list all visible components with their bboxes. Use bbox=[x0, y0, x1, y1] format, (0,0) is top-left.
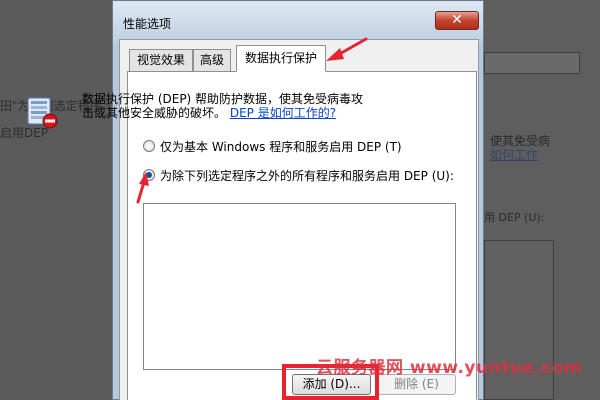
background-window-left bbox=[0, 0, 112, 400]
program-exception-list[interactable] bbox=[143, 203, 456, 370]
annotation-arrow-radio bbox=[136, 172, 149, 204]
tab-advanced[interactable]: 高级 bbox=[193, 49, 231, 71]
tab-data-execution-prevention[interactable]: 数据执行保护 bbox=[236, 45, 326, 72]
dep-description: 数据执行保护 (DEP) 帮助防护数据，使其免受病毒攻击或其他安全威胁的破坏。 … bbox=[82, 92, 372, 120]
dep-memory-icon bbox=[27, 97, 58, 129]
background-close-button bbox=[484, 52, 580, 74]
dep-help-link[interactable]: DEP 是如何工作的? bbox=[230, 106, 336, 120]
background-text: 用 DEP (U): bbox=[484, 211, 545, 224]
background-link: 如何工作 bbox=[490, 148, 539, 162]
dialog-title: 性能选项 bbox=[123, 17, 172, 31]
radio-basic-programs[interactable] bbox=[143, 140, 155, 152]
close-icon: ✕ bbox=[451, 12, 463, 28]
watermark: 云服务器网 www.yuntue.com bbox=[316, 358, 583, 378]
tab-visual-effects[interactable]: 视觉效果 bbox=[129, 49, 193, 71]
radio-basic-label[interactable]: 仅为基本 Windows 程序和服务启用 DEP (T) bbox=[160, 138, 402, 155]
title-bar[interactable]: 性能选项 ✕ bbox=[113, 1, 483, 43]
annotation-arrow-tab bbox=[326, 37, 368, 61]
close-button[interactable]: ✕ bbox=[435, 11, 479, 30]
radio-all-label[interactable]: 为除下列选定程序之外的所有程序和服务启用 DEP (U): bbox=[160, 167, 454, 184]
